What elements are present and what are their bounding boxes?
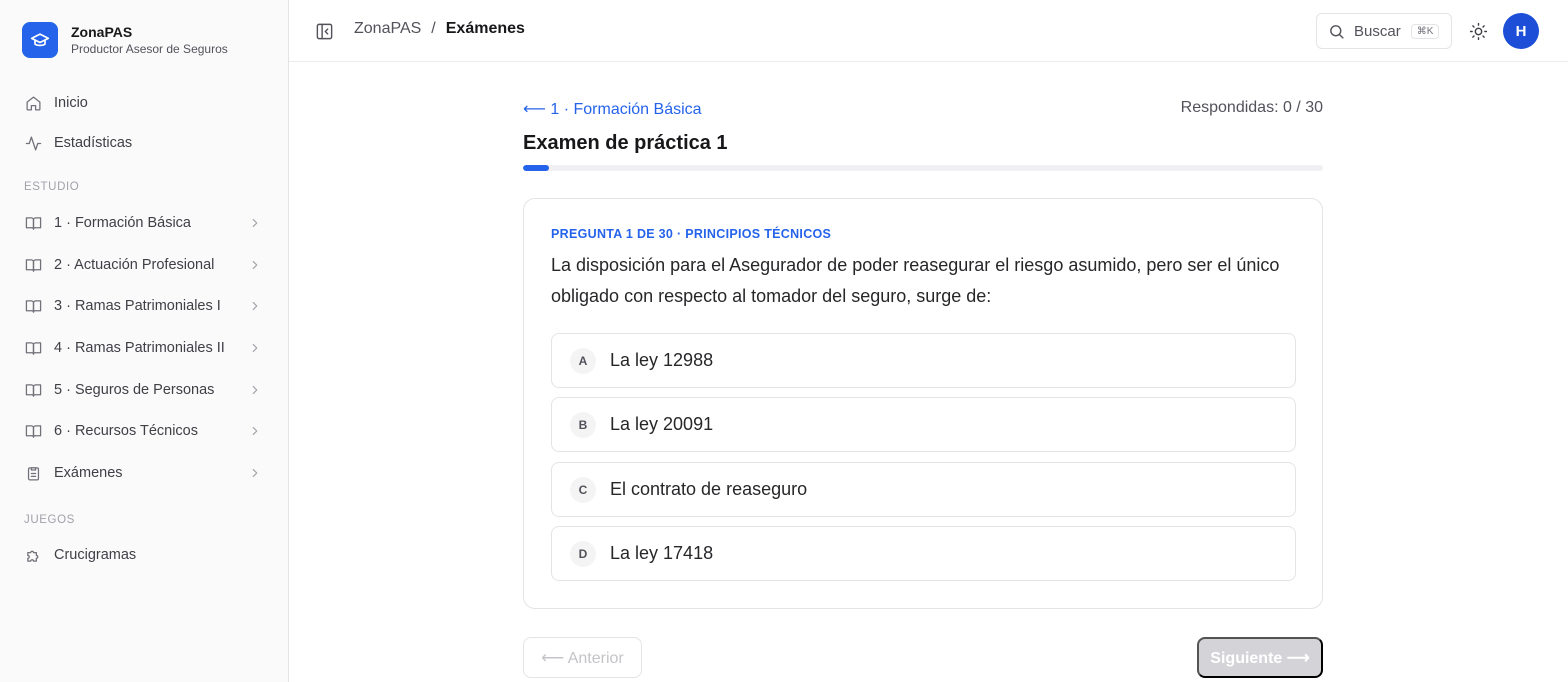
sidebar-item-ramas-patrimoniales-2[interactable]: 4 · Ramas Patrimoniales II bbox=[14, 331, 276, 365]
chevron-right-icon bbox=[252, 218, 258, 228]
progress-bar bbox=[523, 165, 1323, 171]
option-b[interactable]: B La ley 20091 bbox=[551, 397, 1296, 452]
question-card: PREGUNTA 1 DE 30 · PRINCIPIOS TÉCNICOS L… bbox=[523, 198, 1323, 609]
search-shortcut: ⌘K bbox=[1410, 23, 1440, 39]
brand-name: ZonaPAS bbox=[71, 24, 133, 40]
progress-fill bbox=[523, 165, 550, 171]
chevron-right-icon bbox=[252, 343, 258, 353]
breadcrumb-current: Exámenes bbox=[445, 20, 525, 37]
option-letter: B bbox=[570, 411, 596, 438]
sidebar-item-label: 5 · Seguros de Personas bbox=[54, 382, 215, 398]
sidebar-item-label: 2 · Actuación Profesional bbox=[54, 257, 215, 273]
sidebar-toggle-icon[interactable] bbox=[313, 20, 335, 42]
option-letter: C bbox=[570, 476, 596, 503]
breadcrumb: ZonaPAS / Exámenes bbox=[354, 20, 525, 38]
chevron-right-icon bbox=[252, 468, 258, 478]
question-text: La disposición para el Asegurador de pod… bbox=[551, 255, 1280, 306]
answered-counter: Respondidas: 0 / 30 bbox=[1180, 99, 1323, 116]
top-header: ZonaPAS / Exámenes Buscar ⌘K H bbox=[289, 0, 1568, 62]
back-link[interactable]: ⟵ 1 · Formación Básica bbox=[523, 99, 702, 119]
home-icon bbox=[24, 94, 42, 112]
option-d[interactable]: D La ley 17418 bbox=[551, 526, 1296, 581]
book-icon bbox=[24, 297, 42, 315]
sidebar-item-recursos-tecnicos[interactable]: 6 · Recursos Técnicos bbox=[14, 414, 276, 448]
previous-button[interactable]: ⟵ Anterior bbox=[523, 637, 642, 678]
sidebar-item-label: 6 · Recursos Técnicos bbox=[54, 423, 198, 439]
book-icon bbox=[24, 214, 42, 232]
page-title: Examen de práctica 1 bbox=[523, 132, 728, 154]
section-label-estudio: ESTUDIO bbox=[24, 181, 80, 193]
sidebar-item-estadisticas[interactable]: Estadísticas bbox=[14, 126, 276, 160]
search-icon bbox=[1330, 24, 1344, 39]
sidebar: ZonaPAS Productor Asesor de Seguros Inic… bbox=[0, 0, 289, 682]
app-root: ZonaPAS Productor Asesor de Seguros Inic… bbox=[0, 0, 1568, 682]
graduation-cap-icon bbox=[22, 22, 58, 58]
search-button[interactable]: Buscar ⌘K bbox=[1316, 13, 1452, 49]
next-button[interactable]: Siguiente ⟶ bbox=[1197, 637, 1323, 678]
sidebar-item-actuacion-profesional[interactable]: 2 · Actuación Profesional bbox=[14, 248, 276, 282]
sidebar-item-label: Inicio bbox=[54, 95, 88, 111]
option-a[interactable]: A La ley 12988 bbox=[551, 333, 1296, 388]
sidebar-item-examenes[interactable]: Exámenes bbox=[14, 456, 276, 490]
puzzle-icon bbox=[24, 546, 42, 564]
option-letter: A bbox=[570, 347, 596, 374]
sidebar-item-crucigramas[interactable]: Crucigramas bbox=[14, 538, 276, 572]
avatar[interactable]: H bbox=[1503, 13, 1539, 49]
sidebar-item-ramas-patrimoniales-1[interactable]: 3 · Ramas Patrimoniales I bbox=[14, 289, 276, 323]
book-icon bbox=[24, 339, 42, 357]
sun-icon[interactable] bbox=[1467, 20, 1489, 42]
sidebar-item-inicio[interactable]: Inicio bbox=[14, 86, 276, 120]
option-text: La ley 12988 bbox=[610, 350, 714, 370]
clipboard-icon bbox=[24, 464, 42, 482]
chevron-right-icon bbox=[252, 260, 258, 270]
option-text: La ley 17418 bbox=[610, 543, 714, 563]
brand-subtitle: Productor Asesor de Seguros bbox=[71, 42, 228, 56]
chevron-right-icon bbox=[252, 426, 258, 436]
option-text: El contrato de reaseguro bbox=[610, 479, 808, 499]
search-label: Buscar bbox=[1354, 22, 1401, 40]
chevron-right-icon bbox=[252, 385, 258, 395]
sidebar-item-label: Estadísticas bbox=[54, 135, 133, 151]
sidebar-item-formacion-basica[interactable]: 1 · Formación Básica bbox=[14, 206, 276, 240]
sidebar-item-label: 4 · Ramas Patrimoniales II bbox=[54, 340, 225, 356]
question-label: PREGUNTA 1 DE 30 · PRINCIPIOS TÉCNICOS bbox=[551, 227, 832, 241]
option-c[interactable]: C El contrato de reaseguro bbox=[551, 462, 1296, 517]
activity-icon bbox=[24, 134, 42, 152]
chevron-right-icon bbox=[252, 301, 258, 311]
sidebar-item-label: Exámenes bbox=[54, 465, 123, 481]
sidebar-item-label: 1 · Formación Básica bbox=[54, 215, 191, 231]
breadcrumb-separator: / bbox=[431, 20, 436, 37]
option-letter: D bbox=[570, 540, 596, 567]
book-icon bbox=[24, 381, 42, 399]
section-label-juegos: JUEGOS bbox=[24, 514, 75, 526]
sidebar-item-seguros-personas[interactable]: 5 · Seguros de Personas bbox=[14, 373, 276, 407]
book-icon bbox=[24, 422, 42, 440]
sidebar-item-label: 3 · Ramas Patrimoniales I bbox=[54, 298, 221, 314]
breadcrumb-root[interactable]: ZonaPAS bbox=[354, 20, 421, 38]
option-text: La ley 20091 bbox=[610, 414, 714, 434]
book-icon bbox=[24, 256, 42, 274]
brand[interactable]: ZonaPAS Productor Asesor de Seguros bbox=[22, 22, 228, 58]
sidebar-item-label: Crucigramas bbox=[54, 547, 137, 563]
